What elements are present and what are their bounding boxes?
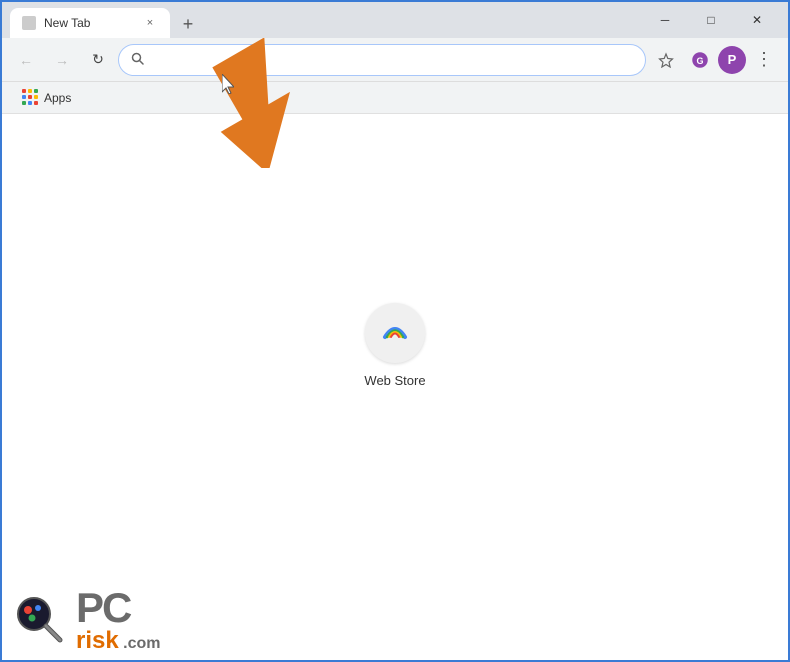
- tab-close-button[interactable]: ×: [142, 15, 158, 31]
- url-input[interactable]: [150, 52, 633, 67]
- active-tab[interactable]: New Tab ×: [10, 8, 170, 38]
- new-tab-button[interactable]: +: [174, 10, 202, 38]
- search-icon: [131, 52, 144, 68]
- tab-area: New Tab × +: [10, 2, 642, 38]
- web-store-label: Web Store: [364, 373, 425, 388]
- back-button[interactable]: ←: [10, 44, 42, 76]
- maximize-button[interactable]: □: [688, 2, 734, 38]
- extension-button[interactable]: G: [684, 44, 716, 76]
- refresh-button[interactable]: ↻: [82, 44, 114, 76]
- pcrisk-text: PC risk .com: [76, 587, 161, 653]
- watermark-com: .com: [123, 635, 160, 652]
- tab-title: New Tab: [44, 16, 134, 30]
- bookmarks-bar: Apps: [2, 82, 788, 114]
- minimize-button[interactable]: ─: [642, 2, 688, 38]
- window-controls: ─ □ ✕: [642, 2, 780, 38]
- close-button[interactable]: ✕: [734, 2, 780, 38]
- browser-content: Web Store: [2, 114, 788, 616]
- tab-favicon: [22, 16, 36, 30]
- watermark: PC risk .com: [2, 580, 262, 660]
- web-store-icon: [365, 303, 425, 363]
- apps-grid-icon: [22, 89, 39, 106]
- forward-button[interactable]: →: [46, 44, 78, 76]
- nav-actions: G P ⋮: [650, 44, 780, 76]
- profile-avatar[interactable]: P: [718, 46, 746, 74]
- web-store-shortcut[interactable]: Web Store: [364, 303, 425, 388]
- pcrisk-logo-icon: [14, 594, 66, 646]
- address-bar[interactable]: [118, 44, 646, 76]
- bookmark-star-button[interactable]: [650, 44, 682, 76]
- navigation-bar: ← → ↻ G P ⋮: [2, 38, 788, 82]
- apps-label: Apps: [44, 91, 71, 105]
- title-bar: New Tab × + ─ □ ✕: [2, 2, 788, 38]
- svg-text:G: G: [696, 56, 703, 66]
- more-options-button[interactable]: ⋮: [748, 44, 780, 76]
- watermark-risk: risk: [76, 627, 119, 654]
- apps-bookmark[interactable]: Apps: [14, 85, 79, 110]
- watermark-pc: PC: [76, 587, 130, 629]
